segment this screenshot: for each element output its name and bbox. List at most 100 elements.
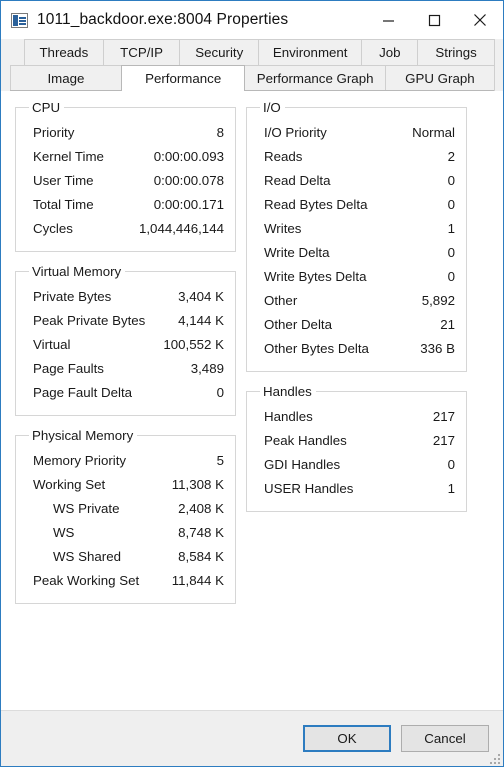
metric-value: 2,408 K bbox=[178, 501, 224, 516]
metric-label: Read Delta bbox=[264, 173, 331, 188]
tab-tcp-ip[interactable]: TCP/IP bbox=[102, 39, 181, 65]
metric-label: Peak Handles bbox=[264, 433, 347, 448]
tab-strings[interactable]: Strings bbox=[417, 39, 495, 65]
minimize-button[interactable] bbox=[365, 1, 411, 39]
resize-grip[interactable] bbox=[487, 751, 500, 764]
group-virtual-memory: Virtual Memory Private Bytes 3,404 K Peak P… bbox=[15, 264, 236, 416]
close-button[interactable] bbox=[457, 1, 503, 39]
group-physical-memory: Physical Memory Memory Priority 5 Working S… bbox=[15, 428, 236, 604]
metric-row: Write Bytes Delta 0 bbox=[258, 265, 455, 289]
metric-label: Reads bbox=[264, 149, 303, 164]
metric-row: Total Time 0:00:00.171 bbox=[27, 193, 224, 217]
window-title: 1011_backdoor.exe:8004 Properties bbox=[37, 11, 289, 28]
title-bar: 1011_backdoor.exe:8004 Properties bbox=[1, 1, 503, 39]
metric-label: WS bbox=[53, 525, 75, 540]
process-properties-icon bbox=[11, 12, 28, 28]
metric-value: 1 bbox=[447, 221, 455, 236]
group-rows: Handles 217 Peak Handles 217 GDI Handles 0 USE… bbox=[258, 405, 455, 501]
metric-label: Read Bytes Delta bbox=[264, 197, 368, 212]
metric-row: WS Shared 8,584 K bbox=[27, 545, 224, 569]
group-rows: Private Bytes 3,404 K Peak Private Bytes 4,… bbox=[27, 285, 224, 405]
metric-label: Page Fault Delta bbox=[33, 385, 133, 400]
tab-image[interactable]: Image bbox=[10, 65, 122, 91]
panel-columns: CPU Priority 8 Kernel Time 0:00:00.093 User T… bbox=[15, 100, 489, 616]
metric-row: USER Handles 1 bbox=[258, 477, 455, 501]
metric-value: Normal bbox=[412, 125, 455, 140]
metric-value: 21 bbox=[440, 317, 455, 332]
metric-row: Other Delta 21 bbox=[258, 313, 455, 337]
metric-row: Page Fault Delta 0 bbox=[27, 381, 224, 405]
metric-value: 4,144 K bbox=[178, 313, 224, 328]
tab-performance[interactable]: Performance bbox=[120, 65, 246, 92]
close-icon bbox=[474, 14, 486, 26]
minimize-icon bbox=[382, 19, 394, 22]
metric-label: I/O Priority bbox=[264, 125, 327, 140]
tab-gpu-graph[interactable]: GPU Graph bbox=[384, 65, 495, 91]
group-title-cpu: CPU bbox=[32, 100, 61, 115]
tab-threads[interactable]: Threads bbox=[24, 39, 104, 65]
metric-value: 8 bbox=[216, 125, 224, 140]
metric-row: Priority 8 bbox=[27, 121, 224, 145]
metric-value: 0:00:00.078 bbox=[153, 173, 224, 188]
metric-label: Priority bbox=[33, 125, 75, 140]
metric-value: 0 bbox=[216, 385, 224, 400]
group-title-i-o: I/O bbox=[263, 100, 281, 115]
metric-label: Memory Priority bbox=[33, 453, 127, 468]
tab-security[interactable]: Security bbox=[179, 39, 260, 65]
metric-value: 0:00:00.171 bbox=[153, 197, 224, 212]
metric-label: Kernel Time bbox=[33, 149, 104, 164]
metric-label: Handles bbox=[264, 409, 313, 424]
tab-environment[interactable]: Environment bbox=[258, 39, 363, 65]
metric-label: Cycles bbox=[33, 221, 73, 236]
metric-value: 5,892 bbox=[421, 293, 455, 308]
metric-row: Memory Priority 5 bbox=[27, 449, 224, 473]
left-column: CPU Priority 8 Kernel Time 0:00:00.093 User T… bbox=[15, 100, 236, 616]
metric-label: Peak Working Set bbox=[33, 573, 140, 588]
metric-row: Page Faults 3,489 bbox=[27, 357, 224, 381]
cancel-button[interactable]: Cancel bbox=[401, 725, 489, 752]
metric-value: 5 bbox=[216, 453, 224, 468]
metric-value: 3,489 bbox=[190, 361, 224, 376]
metric-value: 8,584 K bbox=[178, 549, 224, 564]
metric-value: 0 bbox=[447, 245, 455, 260]
metric-label: User Time bbox=[33, 173, 94, 188]
metric-value: 0 bbox=[447, 197, 455, 212]
metric-row: Working Set 11,308 K bbox=[27, 473, 224, 497]
group-i-o: I/O I/O Priority Normal Reads 2 Read Delta 0 Re… bbox=[246, 100, 467, 372]
metric-row: Peak Working Set 11,844 K bbox=[27, 569, 224, 593]
metric-label: Private Bytes bbox=[33, 289, 112, 304]
metric-value: 100,552 K bbox=[163, 337, 224, 352]
metric-value: 1,044,446,144 bbox=[138, 221, 224, 236]
metric-label: GDI Handles bbox=[264, 457, 341, 472]
metric-value: 217 bbox=[432, 433, 455, 448]
metric-row: Other Bytes Delta 336 B bbox=[258, 337, 455, 361]
metric-row: Kernel Time 0:00:00.093 bbox=[27, 145, 224, 169]
metric-row: Peak Private Bytes 4,144 K bbox=[27, 309, 224, 333]
metric-label: Working Set bbox=[33, 477, 106, 492]
metric-label: Write Bytes Delta bbox=[264, 269, 367, 284]
metric-label: Write Delta bbox=[264, 245, 330, 260]
metric-row: I/O Priority Normal bbox=[258, 121, 455, 145]
right-column: I/O I/O Priority Normal Reads 2 Read Delta 0 Re… bbox=[246, 100, 467, 616]
metric-label: WS Shared bbox=[53, 549, 121, 564]
metric-value: 3,404 K bbox=[178, 289, 224, 304]
tab-strip: Threads TCP/IP Security Environment Job Strin… bbox=[1, 39, 503, 92]
metric-label: Other bbox=[264, 293, 298, 308]
dialog-footer: OK Cancel bbox=[1, 710, 503, 766]
group-title-physical-memory: Physical Memory bbox=[32, 428, 134, 443]
maximize-button[interactable] bbox=[411, 1, 457, 39]
ok-button[interactable]: OK bbox=[303, 725, 391, 752]
metric-value: 336 B bbox=[420, 341, 455, 356]
metric-label: Other Bytes Delta bbox=[264, 341, 369, 356]
tab-performance-graph[interactable]: Performance Graph bbox=[244, 65, 386, 91]
metric-label: Virtual bbox=[33, 337, 71, 352]
metric-label: WS Private bbox=[53, 501, 120, 516]
metric-value: 2 bbox=[447, 149, 455, 164]
metric-row: Read Delta 0 bbox=[258, 169, 455, 193]
metric-row: WS 8,748 K bbox=[27, 521, 224, 545]
tab-job[interactable]: Job bbox=[361, 39, 419, 65]
metric-row: Write Delta 0 bbox=[258, 241, 455, 265]
metric-label: Total Time bbox=[33, 197, 94, 212]
metric-row: Writes 1 bbox=[258, 217, 455, 241]
metric-label: Page Faults bbox=[33, 361, 104, 376]
